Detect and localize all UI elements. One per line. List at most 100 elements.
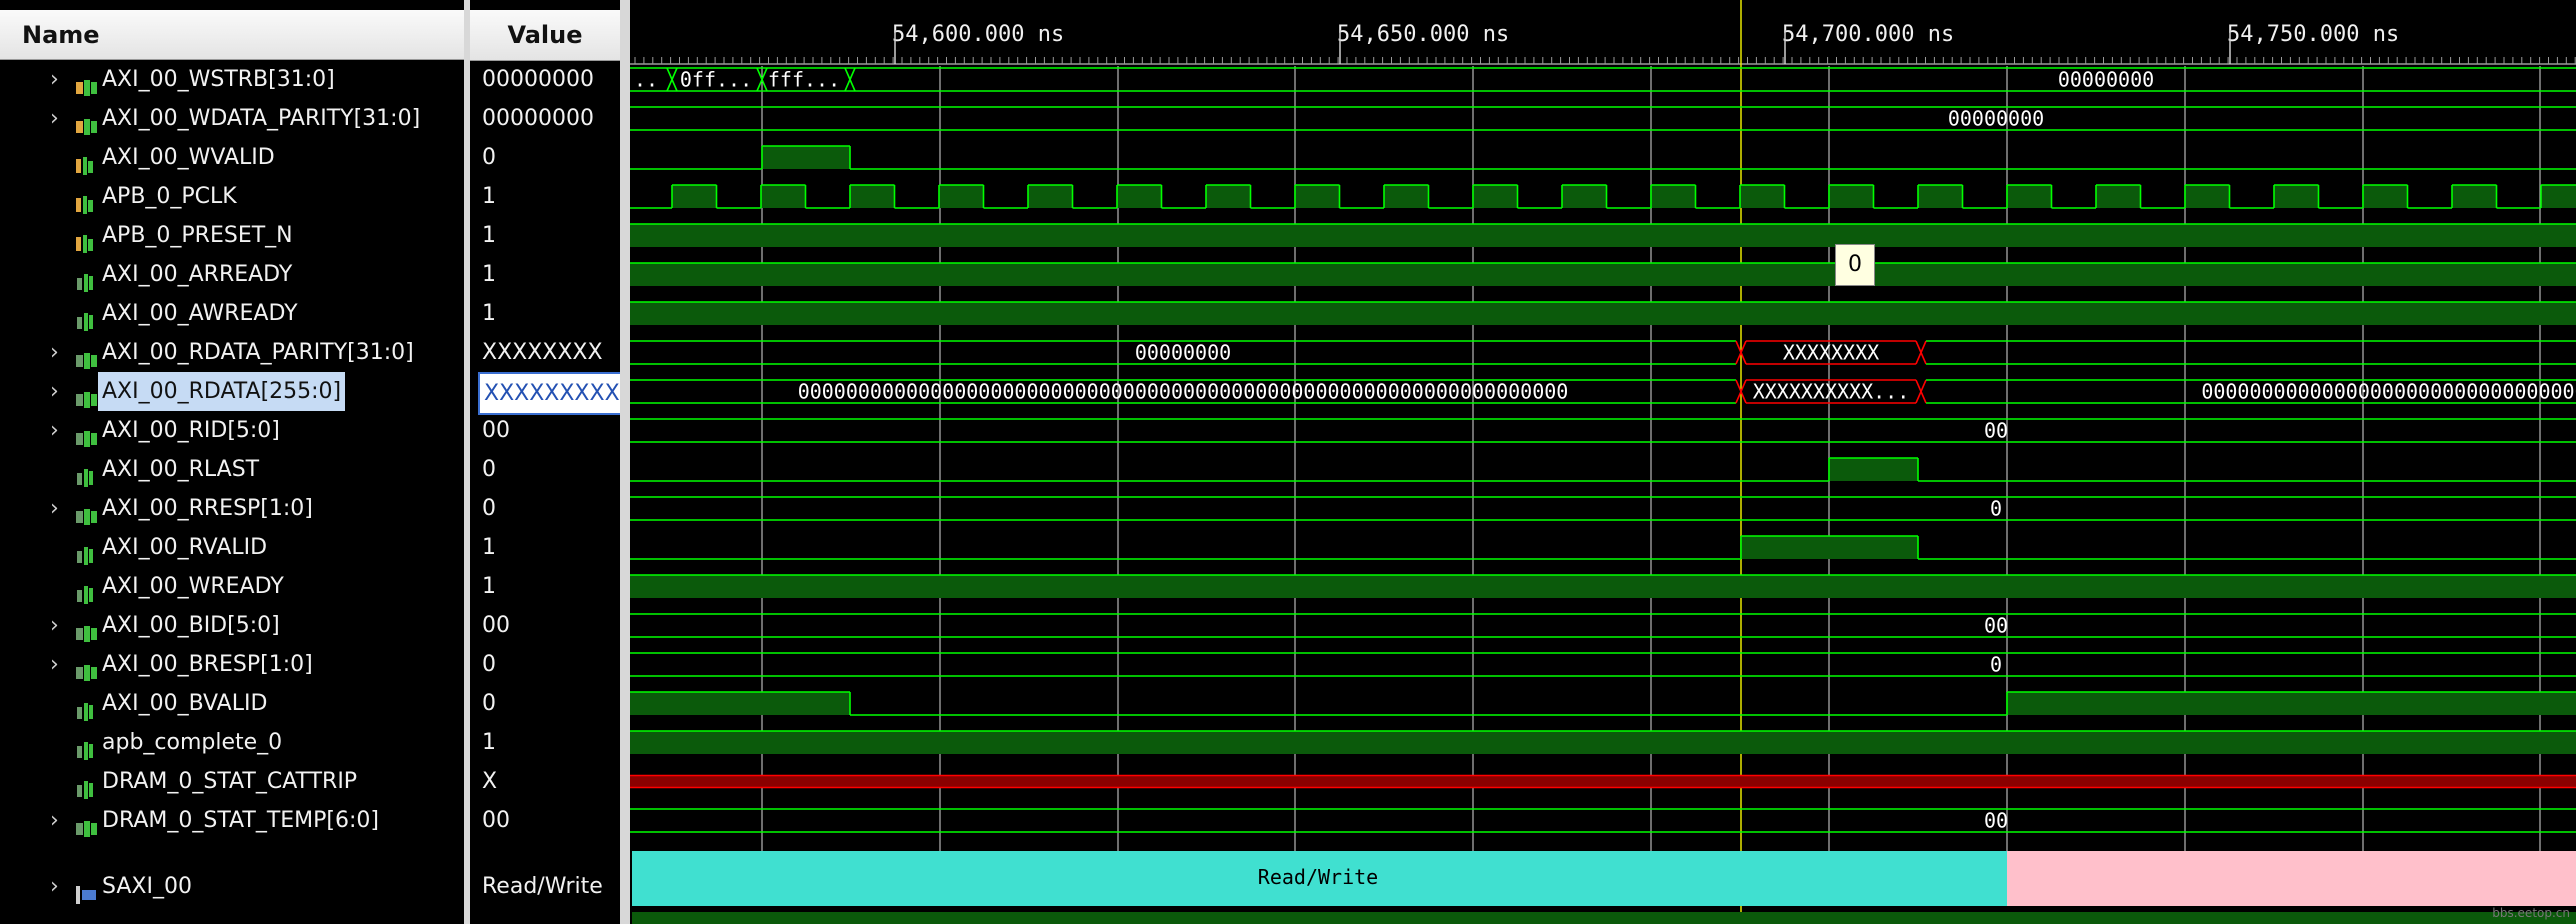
value-column-header[interactable]: Value [470, 10, 620, 61]
waveform-area[interactable]: 54,600.000 ns 54,650.000 ns 54,700.000 n… [630, 0, 2576, 924]
high-fill [1829, 458, 1918, 481]
value-row[interactable]: 0 [470, 645, 620, 684]
expand-chevron-icon[interactable]: › [50, 489, 66, 528]
value-row[interactable]: 00000000 [470, 60, 620, 99]
value-row[interactable]: 0 [470, 138, 620, 177]
value-row[interactable]: 1 [470, 723, 620, 762]
signal-row[interactable]: › AXI_00_RID[5:0] [0, 411, 464, 450]
bus-value-label: 00000000 [1135, 341, 1231, 365]
value-row[interactable]: 0 [470, 489, 620, 528]
signal-row[interactable]: apb_complete_0 [0, 723, 464, 762]
high-fill [2185, 185, 2230, 208]
high-fill [762, 146, 850, 169]
high-fill [2274, 185, 2319, 208]
output-signal-icon [76, 773, 94, 799]
signal-value: 1 [482, 574, 496, 599]
signal-value: 00 [482, 613, 510, 638]
signal-row[interactable]: › AXI_00_RRESP[1:0] [0, 489, 464, 528]
signal-row[interactable]: AXI_00_WVALID [0, 138, 464, 177]
waveform-canvas[interactable]: .. 0ff... fff... 000000000000000000000000 XX… [630, 0, 2576, 924]
value-row[interactable]: XXXXXXXXXXXX [470, 372, 620, 415]
signal-row[interactable]: AXI_00_WREADY [0, 567, 464, 606]
name-column-header[interactable]: Name [0, 10, 464, 60]
high-fill [1473, 185, 1518, 208]
output-bus-icon [76, 656, 97, 681]
signal-row[interactable]: APB_0_PCLK [0, 177, 464, 216]
value-row[interactable]: Read/Write [470, 867, 620, 906]
value-row[interactable]: 00000000 [470, 99, 620, 138]
value-row[interactable]: 00 [470, 801, 620, 840]
output-bus-icon [76, 383, 97, 408]
interface-icon [76, 878, 96, 904]
expand-chevron-icon[interactable]: › [50, 99, 66, 138]
signal-value: 0 [482, 496, 496, 521]
output-bus-icon [76, 344, 97, 369]
bus-value-label: 0 [1990, 497, 2002, 521]
bus-value-label: fff... [768, 68, 840, 92]
value-row[interactable]: 1 [470, 255, 620, 294]
signal-row[interactable]: AXI_00_RVALID [0, 528, 464, 567]
high-fill [2007, 185, 2052, 208]
expand-chevron-icon[interactable]: › [50, 801, 66, 840]
expand-chevron-icon[interactable]: › [50, 60, 66, 99]
expand-chevron-icon[interactable]: › [50, 645, 66, 684]
expand-chevron-icon[interactable]: › [50, 333, 66, 372]
signal-row[interactable]: AXI_00_RLAST [0, 450, 464, 489]
value-row[interactable]: 0 [470, 450, 620, 489]
value-row[interactable]: 0 [470, 684, 620, 723]
signal-row[interactable]: › SAXI_00 [0, 867, 464, 906]
signal-row[interactable]: › AXI_00_RDATA[255:0] [0, 372, 464, 411]
signal-name: DRAM_0_STAT_TEMP[6:0] [102, 808, 379, 833]
signal-row[interactable]: › DRAM_0_STAT_TEMP[6:0] [0, 801, 464, 840]
output-signal-icon [76, 266, 94, 292]
value-row[interactable]: 1 [470, 216, 620, 255]
signal-row[interactable]: › AXI_00_RDATA_PARITY[31:0] [0, 333, 464, 372]
bus-value-label: 0000000000000000000000000000000000000000… [798, 380, 1569, 404]
wave-splitter[interactable] [620, 0, 630, 924]
signal-row[interactable]: › AXI_00_WSTRB[31:0] [0, 60, 464, 99]
output-signal-icon [76, 734, 94, 760]
signal-row[interactable]: › AXI_00_BID[5:0] [0, 606, 464, 645]
signal-row[interactable]: AXI_00_ARREADY [0, 255, 464, 294]
bus-value-label: 0ff... [680, 68, 752, 92]
high-fill [1206, 185, 1251, 208]
value-row[interactable]: 1 [470, 177, 620, 216]
high-fill [1295, 185, 1340, 208]
value-row[interactable]: 00 [470, 411, 620, 450]
waveform-viewer: Name › AXI_00_WSTRB[31:0] › AXI_00_WDATA_PA… [0, 0, 2576, 924]
signal-name: AXI_00_WREADY [102, 574, 284, 599]
value-row[interactable]: 00 [470, 606, 620, 645]
watermark: bbs.eetop.cn [2492, 906, 2570, 920]
value-row[interactable]: X [470, 762, 620, 801]
transaction-idle [2007, 851, 2576, 906]
signal-row[interactable]: › AXI_00_BRESP[1:0] [0, 645, 464, 684]
bus-value-label: XXXXXXXXXX... [1753, 380, 1910, 404]
signal-name: AXI_00_BID[5:0] [102, 613, 280, 638]
expand-chevron-icon[interactable]: › [50, 606, 66, 645]
high-fill [2363, 185, 2408, 208]
signal-name: AXI_00_RVALID [102, 535, 268, 560]
high-fill [761, 185, 806, 208]
signal-name: AXI_00_BVALID [102, 691, 268, 716]
signal-row[interactable]: APB_0_PRESET_N [0, 216, 464, 255]
expand-chevron-icon[interactable]: › [50, 411, 66, 450]
signal-row[interactable]: AXI_00_BVALID [0, 684, 464, 723]
expand-chevron-icon[interactable]: › [50, 867, 66, 906]
output-signal-icon [76, 461, 94, 487]
signal-name: AXI_00_WDATA_PARITY[31:0] [102, 106, 421, 131]
signal-name: AXI_00_ARREADY [102, 262, 293, 287]
high-fill [2541, 185, 2576, 208]
high-fill [1384, 185, 1429, 208]
signal-row[interactable]: AXI_00_AWREADY [0, 294, 464, 333]
high-fill [630, 224, 2576, 247]
value-row[interactable]: XXXXXXXX [470, 333, 620, 372]
expand-chevron-icon[interactable]: › [50, 372, 66, 411]
value-row[interactable]: 1 [470, 567, 620, 606]
value-row[interactable]: 1 [470, 528, 620, 567]
signal-value: 0 [482, 457, 496, 482]
bus-icon [76, 71, 97, 96]
signal-row[interactable]: › AXI_00_WDATA_PARITY[31:0] [0, 99, 464, 138]
signal-row[interactable]: DRAM_0_STAT_CATTRIP [0, 762, 464, 801]
value-row[interactable]: 1 [470, 294, 620, 333]
signal-value: 1 [482, 535, 496, 560]
